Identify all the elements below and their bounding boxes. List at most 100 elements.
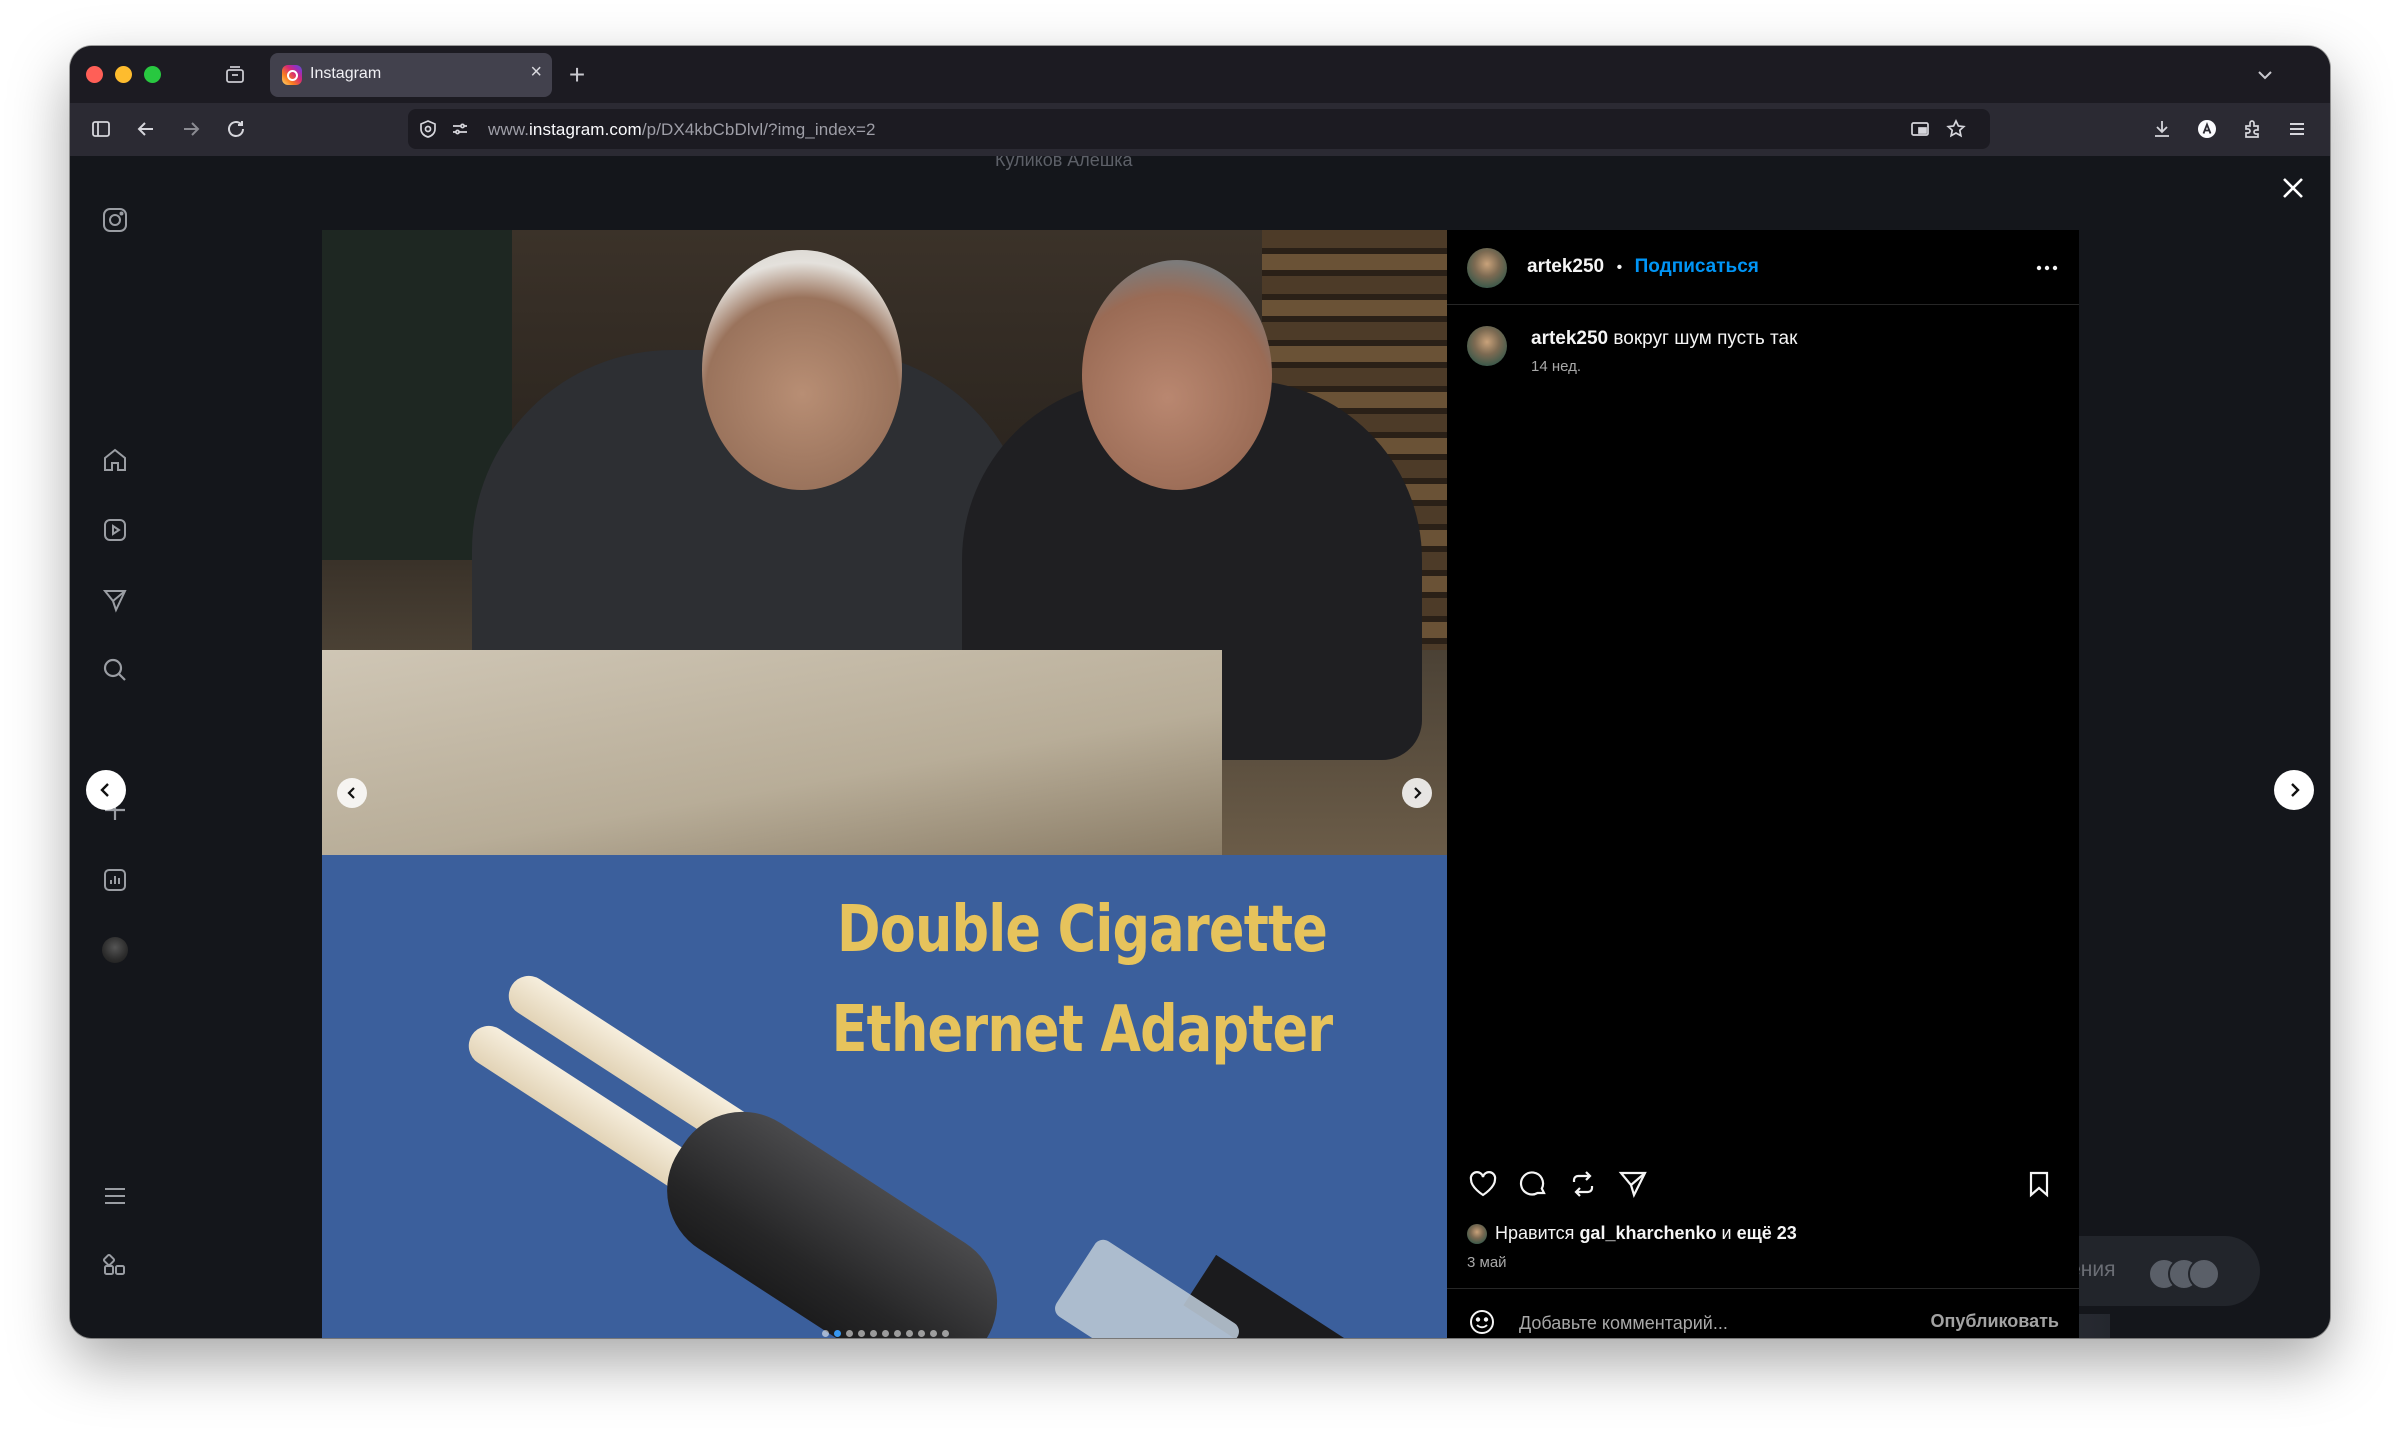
author-separator: • bbox=[1616, 259, 1623, 276]
post-slide: Double Cigarette Ethernet Adapter bbox=[322, 855, 1447, 1338]
likes-line: Нравится gal_kharchenko и ещё 23 bbox=[1467, 1223, 1797, 1244]
reels-icon[interactable] bbox=[97, 512, 133, 548]
blueprint-papers-shape bbox=[322, 650, 1222, 855]
reload-icon[interactable] bbox=[223, 116, 249, 142]
author-line: artek250 • Подписаться bbox=[1527, 256, 1759, 278]
likes-text: Нравится gal_kharchenko и ещё 23 bbox=[1495, 1223, 1797, 1244]
app-menu-icon[interactable] bbox=[2284, 116, 2310, 142]
publish-button[interactable]: Опубликовать bbox=[1930, 1311, 2059, 1332]
extensions-icon[interactable] bbox=[2239, 116, 2265, 142]
downloads-icon[interactable] bbox=[2149, 116, 2175, 142]
tracking-shield-icon[interactable] bbox=[416, 117, 440, 141]
carousel-dot bbox=[930, 1330, 937, 1337]
sidebar-toggle-icon[interactable] bbox=[88, 116, 114, 142]
menu-icon[interactable] bbox=[97, 1178, 133, 1214]
instagram-favicon-icon bbox=[282, 65, 302, 85]
caption-username[interactable]: artek250 bbox=[1531, 328, 1608, 349]
previous-post-button[interactable] bbox=[86, 770, 126, 810]
direct-icon[interactable] bbox=[97, 582, 133, 618]
carousel-dot bbox=[942, 1330, 949, 1337]
post-header: artek250 • Подписаться bbox=[1447, 230, 2079, 305]
likes-user[interactable]: gal_kharchenko bbox=[1579, 1223, 1716, 1243]
insights-icon[interactable] bbox=[97, 862, 133, 898]
carousel-dot bbox=[894, 1330, 901, 1337]
tab-title: Instagram bbox=[310, 65, 382, 82]
carousel-dot bbox=[882, 1330, 889, 1337]
next-post-button[interactable] bbox=[2274, 770, 2314, 810]
search-icon[interactable] bbox=[97, 652, 133, 688]
comment-icon[interactable] bbox=[1513, 1164, 1553, 1204]
post-media: Double Cigarette Ethernet Adapter bbox=[322, 230, 1447, 1338]
share-icon[interactable] bbox=[1613, 1164, 1653, 1204]
instagram-sidebar bbox=[70, 156, 160, 1338]
forward-icon[interactable] bbox=[178, 116, 204, 142]
carousel-dot bbox=[918, 1330, 925, 1337]
comment-input[interactable] bbox=[1517, 1309, 1921, 1337]
comment-bar: Опубликовать bbox=[1447, 1288, 2079, 1338]
account-icon[interactable] bbox=[2194, 116, 2220, 142]
tab-instagram[interactable]: Instagram × bbox=[270, 53, 552, 97]
slide-title: Double Cigarette Ethernet Adapter bbox=[811, 880, 1352, 1080]
author-username[interactable]: artek250 bbox=[1527, 256, 1604, 277]
caption-text: вокруг шум пусть так bbox=[1608, 328, 1798, 349]
author-avatar[interactable] bbox=[1467, 248, 1507, 288]
url-path: /p/DX4kbCbDlvl/?img_index=2 bbox=[641, 120, 876, 139]
post-actions bbox=[1447, 1160, 2079, 1210]
url-domain: instagram.com bbox=[529, 120, 642, 139]
carousel-dot bbox=[834, 1330, 841, 1337]
minimize-window-button[interactable] bbox=[115, 66, 132, 83]
bookmark-icon[interactable] bbox=[2019, 1164, 2059, 1204]
new-tab-icon[interactable]: + bbox=[562, 59, 592, 90]
close-window-button[interactable] bbox=[86, 66, 103, 83]
url-text: www.instagram.com/p/DX4kbCbDlvl/?img_ind… bbox=[488, 120, 876, 140]
browser-window: Instagram × + www.instagram.com/p/DX4kbC… bbox=[70, 46, 2330, 1338]
home-icon[interactable] bbox=[97, 442, 133, 478]
slide-title-line2: Ethernet Adapter bbox=[831, 993, 1334, 1067]
tab-strip: Instagram × + bbox=[70, 46, 2330, 103]
caption-avatar[interactable] bbox=[1467, 326, 1507, 366]
caption-time: 14 нед. bbox=[1531, 358, 1582, 375]
tab-list-chevron-icon[interactable] bbox=[2252, 62, 2278, 88]
post-date: 3 май bbox=[1467, 1254, 1507, 1271]
likes-more[interactable]: ещё 23 bbox=[1737, 1223, 1797, 1243]
back-icon[interactable] bbox=[133, 116, 159, 142]
likes-prefix: Нравится bbox=[1495, 1223, 1580, 1243]
carousel-dot bbox=[870, 1330, 877, 1337]
background-profile-name: Куликов Алешка bbox=[995, 156, 1133, 170]
background-avatar bbox=[2188, 1258, 2220, 1290]
likes-suffix: и bbox=[1716, 1223, 1737, 1243]
slide-title-line1: Double Cigarette bbox=[836, 893, 1328, 967]
carousel-dot bbox=[858, 1330, 865, 1337]
close-modal-icon[interactable] bbox=[2275, 170, 2311, 206]
repost-icon[interactable] bbox=[1563, 1164, 1603, 1204]
carousel-dot bbox=[822, 1330, 829, 1337]
site-permissions-icon[interactable] bbox=[448, 117, 472, 141]
carousel-dot bbox=[846, 1330, 853, 1337]
url-prefix: www. bbox=[488, 120, 530, 139]
heart-icon[interactable] bbox=[1463, 1164, 1503, 1204]
instagram-icon[interactable] bbox=[97, 202, 133, 238]
bookmark-star-icon[interactable] bbox=[1944, 117, 1968, 141]
caption: artek250 вокруг шум пусть так bbox=[1531, 328, 1797, 350]
carousel-dot bbox=[906, 1330, 913, 1337]
picture-in-picture-icon[interactable] bbox=[1908, 117, 1932, 141]
maximize-window-button[interactable] bbox=[144, 66, 161, 83]
more-options-icon[interactable] bbox=[2031, 252, 2063, 284]
apps-icon[interactable] bbox=[97, 1248, 133, 1284]
follow-button[interactable]: Подписаться bbox=[1635, 256, 1759, 277]
figure-left-head bbox=[702, 250, 902, 490]
post-photo bbox=[322, 230, 1447, 855]
figure-right-head bbox=[1082, 260, 1272, 490]
instagram-page: Куликов Алешка Double Cigarette Ethernet… bbox=[70, 156, 2330, 1338]
url-bar[interactable]: www.instagram.com/p/DX4kbCbDlvl/?img_ind… bbox=[408, 109, 1990, 149]
post-side-panel: artek250 • Подписаться artek250 вокруг ш… bbox=[1447, 230, 2079, 1338]
liker-avatar[interactable] bbox=[1467, 1223, 1487, 1244]
tab-groups-icon[interactable] bbox=[222, 62, 248, 88]
emoji-icon[interactable] bbox=[1467, 1307, 1497, 1337]
media-previous-button[interactable] bbox=[337, 778, 367, 808]
media-next-button[interactable] bbox=[1402, 778, 1432, 808]
carousel-dots bbox=[822, 1330, 949, 1337]
navigation-bar: www.instagram.com/p/DX4kbCbDlvl/?img_ind… bbox=[70, 103, 2330, 156]
profile-avatar[interactable] bbox=[97, 932, 133, 968]
tab-close-icon[interactable]: × bbox=[530, 61, 542, 84]
